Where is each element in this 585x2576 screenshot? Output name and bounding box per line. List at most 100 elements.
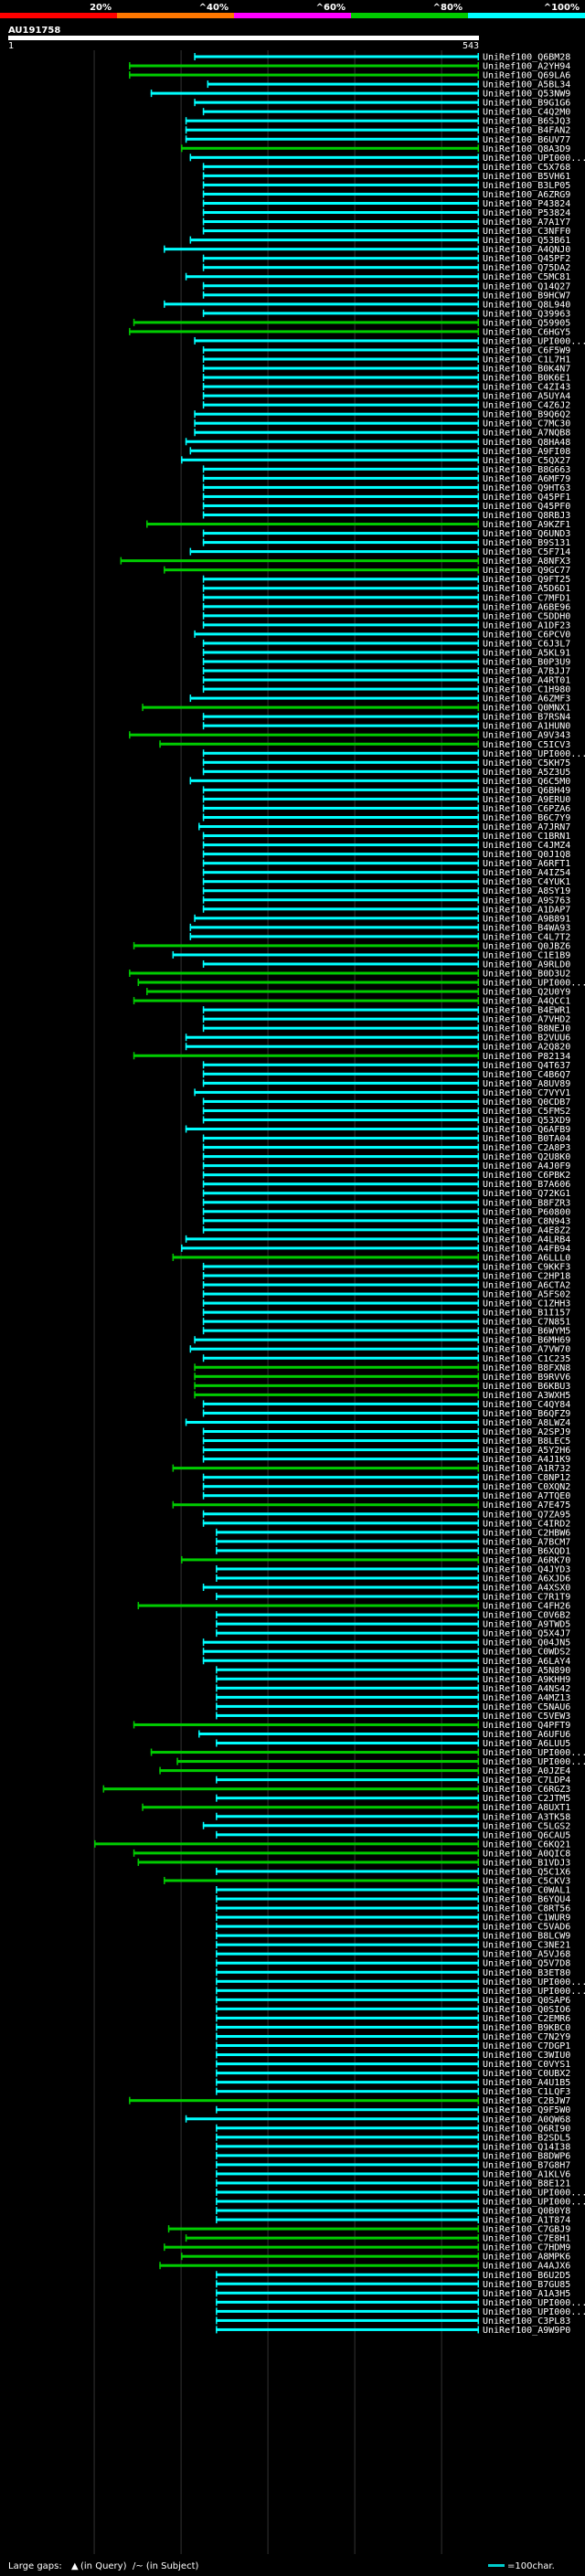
hit-end-tick xyxy=(477,722,479,730)
hit-bar xyxy=(202,660,480,663)
hit-bar xyxy=(216,1998,479,2001)
hit-end-tick xyxy=(477,1034,479,1042)
hit-start-tick xyxy=(216,1629,218,1638)
hit-bar xyxy=(207,82,479,86)
hit-start-tick xyxy=(194,410,196,419)
hit-bar xyxy=(202,834,480,838)
hit-bar xyxy=(202,1026,480,1030)
hit-start-tick xyxy=(216,2051,218,2059)
hit-bar xyxy=(202,1320,480,1323)
hit-bar xyxy=(185,1044,479,1048)
hit-start-tick xyxy=(202,1207,205,1215)
hit-end-tick xyxy=(477,1134,479,1142)
hit-end-tick xyxy=(477,1327,479,1335)
hit-start-tick xyxy=(202,850,205,858)
hit-end-tick xyxy=(477,1858,479,1866)
hit-start-tick xyxy=(202,713,205,721)
hit-bar xyxy=(185,137,479,141)
hit-start-tick xyxy=(202,1519,205,1527)
hit-end-tick xyxy=(477,713,479,721)
hit-end-tick xyxy=(477,2289,479,2297)
hit-end-tick xyxy=(477,1161,479,1170)
hit-bar xyxy=(216,2318,479,2322)
hit-end-tick xyxy=(477,1363,479,1372)
hit-bar xyxy=(216,1622,479,1626)
hit-bar xyxy=(189,696,479,700)
hit-start-tick xyxy=(216,2280,218,2288)
hit-start-tick xyxy=(189,447,192,455)
hit-start-tick xyxy=(202,667,205,675)
hit-start-tick xyxy=(202,392,205,400)
hit-start-tick xyxy=(216,1546,218,1554)
hit-end-tick xyxy=(477,1473,479,1481)
hit-end-tick xyxy=(477,1895,479,1903)
hit-start-tick xyxy=(216,1959,218,1967)
hit-start-tick xyxy=(202,639,205,647)
legend-query-gap-icon: ▲ xyxy=(71,2561,79,2571)
hit-start-tick xyxy=(216,1702,218,1711)
hit-start-tick xyxy=(167,2225,170,2233)
hit-start-tick xyxy=(202,1006,205,1014)
hit-start-tick xyxy=(216,1812,218,1820)
hit-bar xyxy=(202,1108,480,1112)
hit-bar xyxy=(216,2172,479,2176)
hit-bar xyxy=(216,1915,479,1919)
hit-bar xyxy=(94,1842,479,1846)
hit-end-tick xyxy=(477,2105,479,2114)
hit-start-tick xyxy=(202,511,205,519)
hit-end-tick xyxy=(477,126,479,134)
hit-end-tick xyxy=(477,2198,479,2206)
hit-end-tick xyxy=(477,1015,479,1023)
hit-bar xyxy=(202,504,480,507)
hit-end-tick xyxy=(477,547,479,556)
hit-start-tick xyxy=(202,1143,205,1151)
hit-start-tick xyxy=(202,758,205,767)
hit-end-tick xyxy=(477,941,479,949)
hit-bar xyxy=(216,1988,479,1992)
hit-bar xyxy=(216,1595,479,1598)
hit-start-tick xyxy=(202,538,205,546)
hit-bar xyxy=(216,1961,479,1965)
hit-start-tick xyxy=(202,859,205,867)
hit-end-tick xyxy=(477,1400,479,1408)
hit-bar xyxy=(120,559,480,563)
hit-start-tick xyxy=(185,2234,187,2242)
hit-end-tick xyxy=(477,1088,479,1097)
hit-bar xyxy=(202,1512,480,1516)
hit-end-tick xyxy=(477,1024,479,1033)
hit-end-tick xyxy=(477,1794,479,1802)
hit-start-tick xyxy=(202,768,205,776)
hit-end-tick xyxy=(477,1830,479,1839)
hit-start-tick xyxy=(194,914,196,922)
hit-start-tick xyxy=(185,272,187,281)
hit-start-tick xyxy=(216,1987,218,1995)
hit-label[interactable]: UniRef100_A9W9P0 xyxy=(483,2326,570,2336)
hit-end-tick xyxy=(477,704,479,712)
hit-end-tick xyxy=(477,2262,479,2270)
hit-start-tick xyxy=(202,1309,205,1317)
hit-end-tick xyxy=(477,245,479,253)
hit-end-tick xyxy=(477,493,479,501)
hit-start-tick xyxy=(202,1455,205,1463)
hit-bar xyxy=(185,275,479,279)
hit-end-tick xyxy=(477,1299,479,1308)
hit-bar xyxy=(202,862,480,865)
hit-end-tick xyxy=(477,1446,479,1454)
hit-bar xyxy=(202,211,480,215)
hit-start-tick xyxy=(142,1803,144,1811)
hit-end-tick xyxy=(477,611,479,620)
hit-end-tick xyxy=(477,1721,479,1729)
hit-end-tick xyxy=(477,914,479,922)
hit-bar xyxy=(202,1640,480,1644)
hit-end-tick xyxy=(477,71,479,80)
hit-bar xyxy=(202,183,480,186)
hit-start-tick xyxy=(202,1198,205,1206)
hit-bar xyxy=(189,239,479,242)
hit-start-tick xyxy=(181,144,183,153)
hit-start-tick xyxy=(133,941,135,949)
hit-bar xyxy=(202,1192,480,1195)
hit-bar xyxy=(181,458,479,461)
hit-bar xyxy=(133,321,479,324)
hit-bar xyxy=(202,1146,480,1150)
hit-bar xyxy=(202,1228,480,1232)
